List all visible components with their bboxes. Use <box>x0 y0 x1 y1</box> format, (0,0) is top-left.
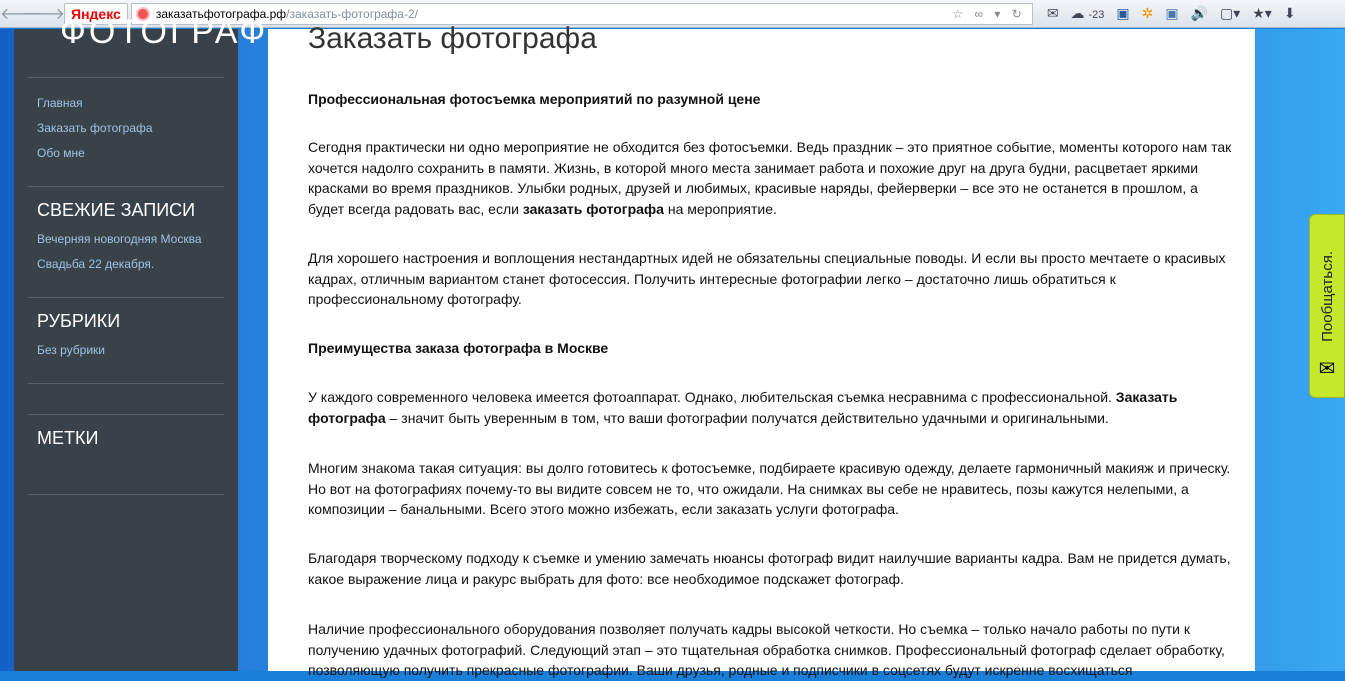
keyword-bold: заказать фотографа <box>522 200 664 217</box>
divider <box>28 494 224 495</box>
subheading: Профессиональная фотосъемка мероприятий … <box>308 91 761 107</box>
divider <box>28 414 224 415</box>
divider <box>28 186 224 187</box>
text: У каждого современного человека имеется … <box>308 389 1116 405</box>
forward-icon[interactable]: 🡒 <box>22 3 65 24</box>
paragraph: Наличие профессионального оборудования п… <box>308 621 1225 678</box>
recent-posts-heading: СВЕЖИЕ ЗАПИСИ <box>37 200 196 220</box>
envelope-icon: ✉ <box>1318 358 1336 380</box>
extension-icon[interactable]: ▣ <box>1116 5 1129 22</box>
weather-icon[interactable]: ☁ -23 <box>1071 5 1105 22</box>
divider <box>28 383 224 384</box>
divider <box>28 77 224 78</box>
recent-post-link[interactable]: Свадьба 22 декабря. <box>37 257 154 271</box>
weather-temp: -23 <box>1088 9 1105 21</box>
chat-widget-label: Пообщаться. <box>1318 251 1336 342</box>
back-icon[interactable]: 🡐 <box>0 3 43 24</box>
star-menu-icon[interactable]: ★▾ <box>1252 5 1272 22</box>
tags-heading: МЕТКИ <box>37 428 99 448</box>
nav-home[interactable]: Главная <box>37 96 83 110</box>
paragraph: Благодаря творческому подходу к съемке и… <box>308 550 1231 587</box>
recent-post-link[interactable]: Вечерняя новогодняя Москва <box>37 232 202 246</box>
chat-widget-button[interactable]: Пообщаться. ✉ <box>1309 214 1345 398</box>
category-link[interactable]: Без рубрики <box>37 343 105 357</box>
vk-icon[interactable]: ▣ <box>1165 5 1178 22</box>
categories-heading: РУБРИКИ <box>37 311 121 331</box>
download-icon[interactable]: ⬇ <box>1284 5 1296 22</box>
sound-icon[interactable]: 🔊 <box>1191 5 1208 22</box>
divider <box>28 297 224 298</box>
text: – значит быть уверенным в том, что ваши … <box>385 409 1109 426</box>
subheading: Преимущества заказа фотографа в Москве <box>308 340 609 356</box>
mail-icon[interactable]: ✉ <box>1047 5 1059 22</box>
site-logo: ФОТОГРАФ <box>60 13 269 51</box>
paragraph: У каждого современного человека имеется … <box>308 387 1233 428</box>
bookmarks-icon[interactable]: ▢▾ <box>1220 5 1240 22</box>
nav-order-photographer[interactable]: Заказать фотографа <box>37 121 153 135</box>
paragraph: Многим знакома такая ситуация: вы долго … <box>308 460 1231 517</box>
address-actions[interactable]: ☆ ∞ ▾ ↻ <box>952 7 1031 21</box>
article: Заказать фотографа Профессиональная фото… <box>268 22 1255 678</box>
odnoklassniki-icon[interactable]: ✲ <box>1142 5 1154 22</box>
sidebar: ФОТОГРАФ Главная Заказать фотографа Обо … <box>14 13 265 671</box>
url-path: /заказать-фотографа-2/ <box>286 6 418 21</box>
paragraph: Для хорошего настроения и воплощения нес… <box>308 250 1226 307</box>
page-title: Заказать фотографа <box>308 22 597 55</box>
paragraph: Сегодня практически ни одно мероприятие … <box>308 137 1233 219</box>
text: на мероприятие. <box>663 200 777 217</box>
nav-about[interactable]: Обо мне <box>37 146 85 160</box>
